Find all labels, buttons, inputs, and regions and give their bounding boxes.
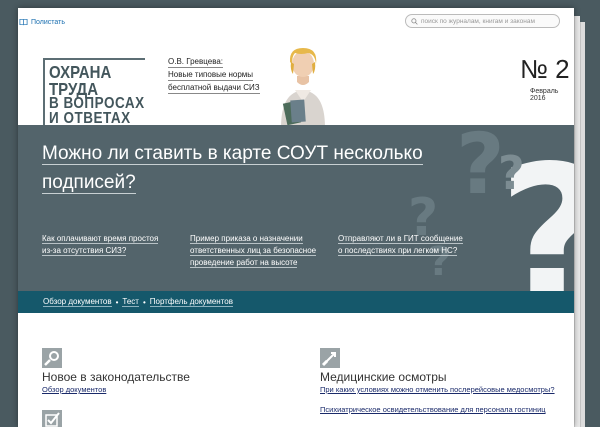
hero-headline[interactable]: Можно ли ставить в карте СОУТ несколько … xyxy=(42,139,462,197)
nav-item-test[interactable]: Тест xyxy=(122,297,139,307)
author-line: бесплатной выдачи СИЗ xyxy=(168,83,260,94)
magnifier-icon xyxy=(42,348,62,368)
hero-link-line: ответственных лиц за безопасное xyxy=(190,246,317,256)
hero-headline-line: подписей? xyxy=(42,172,136,194)
author-line: Новые типовые нормы xyxy=(168,70,254,81)
hero-link-git-report[interactable]: Отправляют ли в ГИТ сообщение о последст… xyxy=(338,233,463,257)
nav-separator: • xyxy=(142,297,146,307)
page-stack-edge xyxy=(574,16,580,427)
search-icon xyxy=(411,17,418,25)
hero-link-order-sample[interactable]: Пример приказа о назначении ответственны… xyxy=(190,233,317,269)
flip-link-label: Полистать xyxy=(31,18,65,26)
hero-link-line: Как оплачивают время простоя xyxy=(42,234,159,244)
medical-link-post-trip[interactable]: При каких условиях можно отменить послер… xyxy=(320,385,555,394)
hero-link-line: Отправляют ли в ГИТ сообщение xyxy=(338,234,463,244)
issue-date: Февраль 2016 xyxy=(530,88,559,102)
hero-headline-line: Можно ли ставить в карте СОУТ несколько xyxy=(42,143,423,165)
logo-line: И ОТВЕТАХ xyxy=(49,109,131,127)
nav-item-documents-review[interactable]: Обзор документов xyxy=(43,297,112,307)
book-icon xyxy=(19,18,28,26)
author-line: О.В. Гревцева: xyxy=(168,57,224,68)
nav-separator: • xyxy=(115,297,119,307)
medical-icon xyxy=(320,348,340,368)
medical-link-psychiatric[interactable]: Психиатрическое освидетельствование для … xyxy=(320,405,546,414)
checkbox-icon xyxy=(42,410,62,427)
hero-link-line: о последствиях при легком НС? xyxy=(338,246,458,256)
section-title-medical: Медицинские осмотры xyxy=(320,370,447,384)
flip-link[interactable]: Полистать xyxy=(19,18,65,26)
search-placeholder: поиск по журналам, книгам и законам xyxy=(421,17,535,25)
nav-item-document-portfolio[interactable]: Портфель документов xyxy=(149,297,233,307)
section-title-legislation: Новое в законодательстве xyxy=(42,370,190,384)
legislation-link-review[interactable]: Обзор документов xyxy=(42,385,106,394)
hero-banner: ? ? ? ? ? Можно ли ставить в карте СОУТ … xyxy=(18,125,574,291)
magazine-logo: ОХРАНА ТРУДА В ВОПРОСАХ И ОТВЕТАХ xyxy=(43,58,145,128)
hero-link-downtime[interactable]: Как оплачивают время простоя из-за отсут… xyxy=(42,233,159,257)
search-input[interactable]: поиск по журналам, книгам и законам xyxy=(405,14,560,28)
author-teaser[interactable]: О.В. Гревцева: Новые типовые нормы беспл… xyxy=(168,56,260,95)
hero-link-line: Пример приказа о назначении xyxy=(190,234,303,244)
magazine-page: Полистать поиск по журналам, книгам и за… xyxy=(18,8,574,427)
issue-number: № 2 xyxy=(520,54,570,84)
svg-text:?: ? xyxy=(498,146,525,200)
author-photo xyxy=(281,48,325,128)
hero-link-line: из-за отсутствия СИЗ? xyxy=(42,246,127,256)
hero-link-line: проведение работ на высоте xyxy=(190,258,298,268)
page-stack-edge xyxy=(580,22,585,427)
issue-nav-bar: Обзор документов • Тест • Портфель докум… xyxy=(18,291,574,313)
